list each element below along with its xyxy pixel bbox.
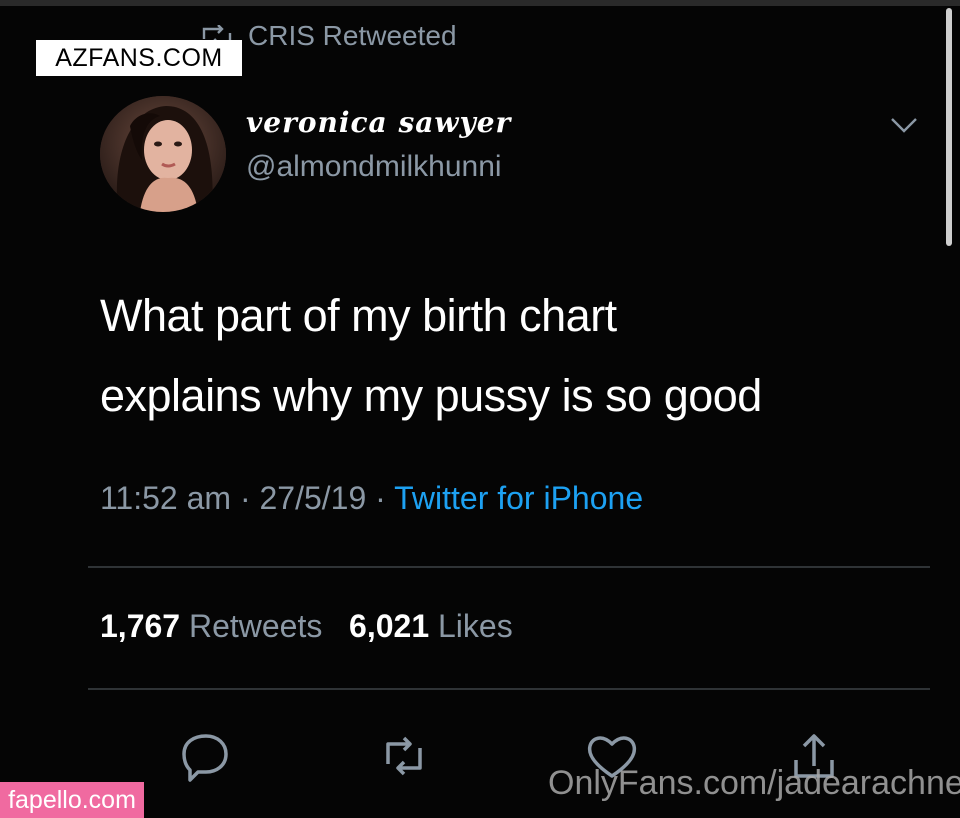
tweet-text-line-1: What part of my birth chart bbox=[100, 290, 617, 341]
retweets-count: 1,767 bbox=[100, 608, 181, 644]
author-handle[interactable]: @almondmilkhunni bbox=[246, 150, 502, 184]
tweet-time: 11:52 am bbox=[100, 480, 232, 516]
author-display-name[interactable]: veronica sawyer bbox=[246, 106, 511, 139]
reply-icon[interactable] bbox=[176, 728, 232, 784]
likes-stat[interactable]: 6,021 Likes bbox=[349, 608, 513, 644]
avatar[interactable] bbox=[100, 96, 226, 212]
watermark-azfans: AZFANS.COM bbox=[36, 40, 242, 76]
scrollbar[interactable] bbox=[946, 8, 952, 246]
retweets-stat[interactable]: 1,767 Retweets bbox=[100, 608, 322, 644]
retweets-label: Retweets bbox=[188, 608, 323, 644]
tweet-text-line-2: explains why my pussy is so good bbox=[100, 370, 762, 421]
retweet-header-text: CRIS Retweeted bbox=[248, 20, 457, 51]
meta-separator-2: · bbox=[366, 480, 395, 516]
likes-label: Likes bbox=[438, 608, 513, 644]
tweet-meta: 11:52 am · 27/5/19 · Twitter for iPhone bbox=[100, 480, 643, 517]
watermark-onlyfans: OnlyFans.com/jadearachne bbox=[548, 764, 960, 802]
tweet-stats: 1,767 Retweets 6,021 Likes bbox=[100, 608, 513, 645]
top-border bbox=[0, 0, 960, 6]
chevron-down-icon[interactable] bbox=[890, 116, 918, 134]
likes-count: 6,021 bbox=[349, 608, 430, 644]
meta-separator-1: · bbox=[231, 480, 260, 516]
divider-top bbox=[88, 566, 930, 568]
divider-bottom bbox=[88, 688, 930, 690]
tweet-text: What part of my birth chart explains why… bbox=[100, 276, 920, 436]
watermark-fapello: fapello.com bbox=[0, 782, 144, 818]
retweet-icon[interactable] bbox=[376, 728, 432, 784]
tweet-view: CRIS Retweeted AZFANS.COM veronica sawye… bbox=[0, 0, 960, 818]
avatar-photo bbox=[100, 96, 226, 212]
tweet-source-link[interactable]: Twitter for iPhone bbox=[394, 480, 643, 516]
tweet-date[interactable]: 27/5/19 bbox=[259, 480, 366, 516]
